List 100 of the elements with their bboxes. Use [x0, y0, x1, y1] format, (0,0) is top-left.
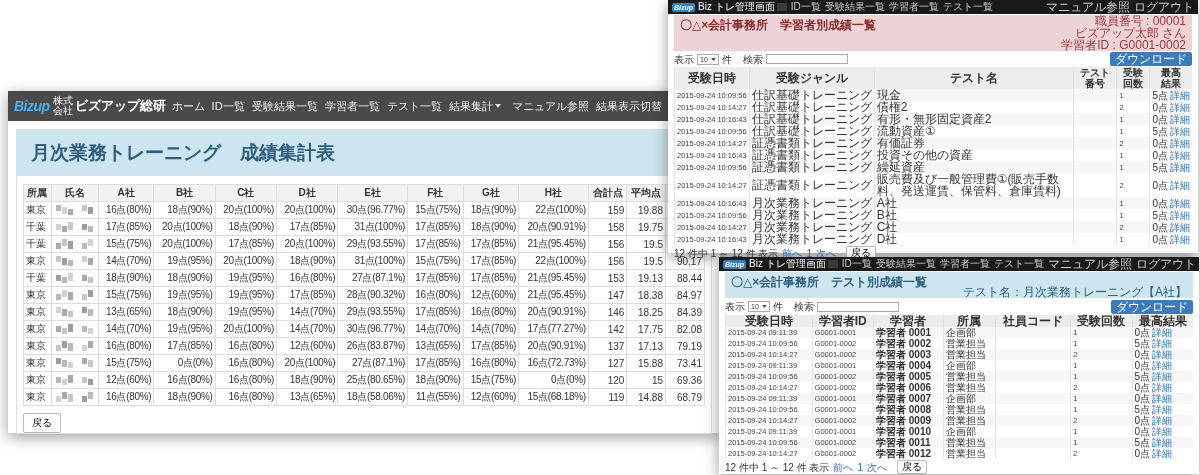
column-header: 受験回数 — [1070, 315, 1133, 327]
nav-link[interactable]: ログアウト — [1135, 258, 1196, 270]
nav-link[interactable]: 学習者一覧 — [888, 1, 939, 13]
nav-link[interactable]: 学習者一覧 — [324, 98, 380, 114]
pager-link[interactable]: 1 — [806, 247, 813, 259]
table-cell: 22点(100%) — [518, 252, 589, 270]
nav-link[interactable]: 結果集計 — [448, 98, 501, 114]
detail-link[interactable]: 詳細 — [1152, 393, 1173, 404]
column-header: 所属 — [23, 184, 51, 202]
table-cell: 17点(85%) — [463, 235, 519, 253]
score-text: 0点 — [1152, 233, 1168, 245]
nav-link[interactable]: ID一覧 — [790, 1, 821, 13]
detail-link[interactable]: 詳細 — [1152, 349, 1173, 360]
nav-link[interactable]: ID一覧 — [841, 258, 872, 270]
blurred-name — [55, 222, 94, 232]
back-button[interactable]: 戻る — [897, 460, 928, 474]
table-cell: 17点(85%) — [407, 235, 464, 253]
detail-link[interactable]: 詳細 — [1152, 415, 1173, 426]
table-cell: 18点(90%) — [463, 218, 519, 236]
table-cell: 12点(60%) — [276, 337, 338, 355]
detail-link[interactable]: 詳細 — [1152, 437, 1173, 448]
table-cell: 営業担当 — [943, 448, 996, 459]
nav-link[interactable]: ホーム — [171, 98, 205, 114]
nav-link[interactable]: マニュアル参照 — [512, 98, 589, 114]
table-cell: 15点(68.18%) — [518, 388, 589, 406]
back-button[interactable]: 戻る — [23, 413, 61, 433]
table-cell: 16点(80%) — [215, 388, 277, 406]
table-cell: 20点(90.91%) — [518, 303, 589, 321]
table-cell: 仕訳基礎トレーニング — [749, 89, 875, 101]
nav-link[interactable]: 学習者一覧 — [939, 258, 990, 270]
table-cell: 158 — [588, 218, 627, 236]
download-button[interactable]: ダウンロード — [1110, 52, 1192, 66]
score-text: 5点 — [1134, 404, 1151, 415]
nav-link[interactable]: ログアウト — [1134, 1, 1194, 13]
table-cell: 18点(90%) — [153, 201, 216, 219]
detail-link[interactable]: 詳細 — [1170, 149, 1190, 161]
score-text: 0点 — [1152, 221, 1168, 233]
detail-link[interactable]: 詳細 — [1170, 113, 1190, 125]
nav-link[interactable]: 結果表示切替 — [596, 98, 662, 114]
table-cell: 137 — [588, 337, 627, 355]
score-text: 0点 — [1134, 415, 1151, 426]
detail-link[interactable]: 詳細 — [1170, 125, 1190, 137]
detail-link[interactable]: 詳細 — [1170, 209, 1190, 221]
nav-link[interactable]: マニュアル参照 — [1047, 258, 1132, 270]
table-cell: 73.41 — [665, 354, 705, 372]
detail-link[interactable]: 詳細 — [1152, 360, 1173, 371]
pager-link[interactable]: 1 — [857, 461, 864, 473]
table-cell: 31点(100%) — [337, 252, 408, 270]
search-field[interactable] — [816, 301, 899, 312]
detail-link[interactable]: 詳細 — [1170, 197, 1190, 209]
table-cell: 146 — [588, 303, 627, 321]
score-text: 5点 — [1134, 371, 1151, 382]
table-cell: 15点(75%) — [98, 286, 154, 304]
pager-link[interactable]: 前へ — [833, 461, 854, 473]
nav-link[interactable]: テスト一覧 — [942, 1, 993, 13]
page-title: 月次業務トレーニング 成績集計表 — [31, 141, 335, 165]
detail-link[interactable]: 詳細 — [1170, 137, 1190, 149]
column-header: テスト名 — [874, 67, 1074, 89]
column-header: 学習者 — [873, 315, 944, 327]
detail-link[interactable]: 詳細 — [1152, 448, 1173, 459]
logo-text: Bizup — [14, 98, 50, 114]
table-cell: 有価証券 — [874, 137, 1074, 149]
nav-link[interactable]: テスト一覧 — [993, 258, 1044, 270]
detail-link[interactable]: 詳細 — [1152, 327, 1173, 338]
nav-link[interactable]: 受験結果一覧 — [251, 98, 318, 114]
blurred-name — [55, 239, 94, 249]
search-field[interactable] — [765, 54, 848, 64]
detail-link[interactable]: 詳細 — [1170, 89, 1190, 101]
nav-link[interactable]: テスト一覧 — [386, 98, 442, 114]
nav-link[interactable]: ID一覧 — [211, 98, 245, 114]
blurred-name — [55, 256, 94, 266]
table-cell: 14点(70%) — [276, 320, 338, 338]
table-cell: 16点(80%) — [98, 337, 154, 355]
table-cell: 20点(100%) — [153, 235, 216, 253]
detail-link[interactable]: 詳細 — [1170, 161, 1190, 173]
nav-link[interactable]: 受験結果一覧 — [875, 258, 936, 270]
table-cell: 学習者 0003 — [873, 349, 944, 360]
detail-link[interactable]: 詳細 — [1170, 233, 1190, 245]
table-cell: 17点(85%) — [463, 269, 519, 287]
table-cell: 17点(85%) — [407, 269, 464, 287]
nav-link[interactable]: マニュアル参照 — [1046, 1, 1130, 13]
detail-link[interactable]: 詳細 — [1152, 426, 1173, 437]
table-cell: 学習者 0007 — [873, 393, 944, 404]
table-cell: 18点(90%) — [153, 303, 216, 321]
download-button[interactable]: ダウンロード — [1111, 299, 1193, 314]
detail-link[interactable]: 詳細 — [1152, 371, 1173, 382]
detail-link[interactable]: 詳細 — [1152, 404, 1173, 415]
detail-link[interactable]: 詳細 — [1170, 179, 1190, 191]
table-cell: 14点(70%) — [98, 320, 154, 338]
score-text: 0点 — [1134, 349, 1151, 360]
table-cell: 13点(65%) — [407, 337, 464, 355]
pager-link[interactable]: 次へ — [867, 461, 888, 473]
detail-link[interactable]: 詳細 — [1152, 338, 1173, 349]
nav-link[interactable]: 受験結果一覧 — [824, 1, 885, 13]
detail-link[interactable]: 詳細 — [1170, 221, 1190, 233]
detail-link[interactable]: 詳細 — [1152, 382, 1173, 393]
table-cell: 127 — [588, 354, 627, 372]
table-cell: 17点(85%) — [407, 303, 464, 321]
table-cell: 19.75 — [626, 218, 666, 236]
detail-link[interactable]: 詳細 — [1170, 101, 1190, 113]
